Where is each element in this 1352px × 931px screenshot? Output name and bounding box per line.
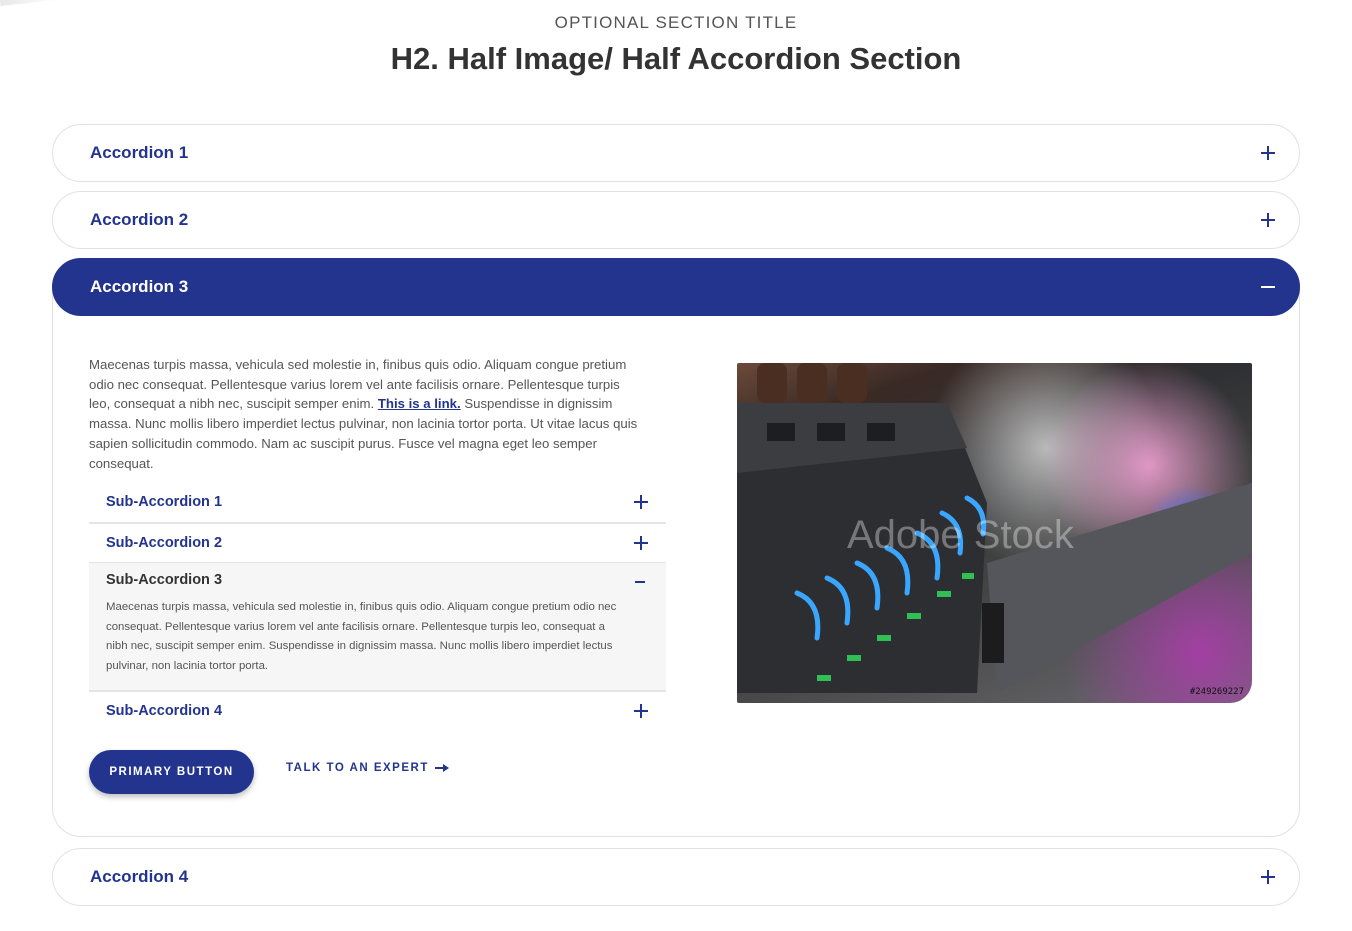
accordion-3[interactable]: Accordion 3 (52, 258, 1300, 316)
accordion-4-label: Accordion 4 (90, 867, 189, 886)
divider (89, 690, 666, 692)
sub-accordion-3-content: Maecenas turpis massa, vehicula sed mole… (106, 601, 617, 672)
plus-icon[interactable] (632, 534, 650, 552)
accordion-1[interactable]: Accordion 1 (52, 124, 1300, 182)
accordion-3-body: Maecenas turpis massa, vehicula sed mole… (89, 355, 639, 473)
sub-accordion-1[interactable]: Sub-Accordion 1 (89, 490, 666, 514)
minus-icon[interactable] (1257, 276, 1279, 298)
accordion-2-label: Accordion 2 (90, 210, 189, 229)
plus-icon[interactable] (1257, 209, 1279, 231)
sub-accordion-2[interactable]: Sub-Accordion 2 (89, 531, 666, 555)
sub-accordion-3-label: Sub-Accordion 3 (106, 572, 223, 588)
section-eyebrow: OPTIONAL SECTION TITLE (554, 13, 798, 32)
sub-accordion-4[interactable]: Sub-Accordion 4 (89, 699, 666, 723)
talk-to-expert-label: TALK TO AN EXPERT (286, 762, 429, 774)
sub-accordion-2-label: Sub-Accordion 2 (106, 535, 223, 551)
accordion-4[interactable]: Accordion 4 (52, 848, 1300, 906)
arrow-right-icon (434, 763, 449, 773)
minus-icon[interactable] (631, 571, 649, 589)
stock-id: #249269227 (1189, 687, 1244, 697)
divider (89, 522, 666, 524)
printer-photo: Adobe Stock #249269227 (737, 363, 1252, 703)
accordion-2[interactable]: Accordion 2 (52, 191, 1300, 249)
watermark: Adobe Stock (847, 513, 1074, 557)
inline-link[interactable]: This is a link. (378, 396, 461, 411)
sub-accordion-3: Sub-Accordion 3 Maecenas turpis massa, v… (89, 563, 666, 690)
sub-accordion-1-label: Sub-Accordion 1 (106, 494, 223, 510)
plus-icon[interactable] (632, 493, 650, 511)
plus-icon[interactable] (1257, 866, 1279, 888)
sub-accordion-4-label: Sub-Accordion 4 (106, 703, 223, 719)
plus-icon[interactable] (1257, 142, 1279, 164)
accordion-1-label: Accordion 1 (90, 143, 189, 162)
corner-decoration (0, 0, 61, 6)
accordion-3-label: Accordion 3 (90, 277, 189, 296)
plus-icon[interactable] (632, 702, 650, 720)
section-title: H2. Half Image/ Half Accordion Section (390, 41, 962, 76)
primary-button[interactable]: PRIMARY BUTTON (89, 750, 254, 794)
sub-accordion-3-header[interactable]: Sub-Accordion 3 (106, 571, 649, 589)
talk-to-expert-link[interactable]: TALK TO AN EXPERT (286, 759, 449, 777)
